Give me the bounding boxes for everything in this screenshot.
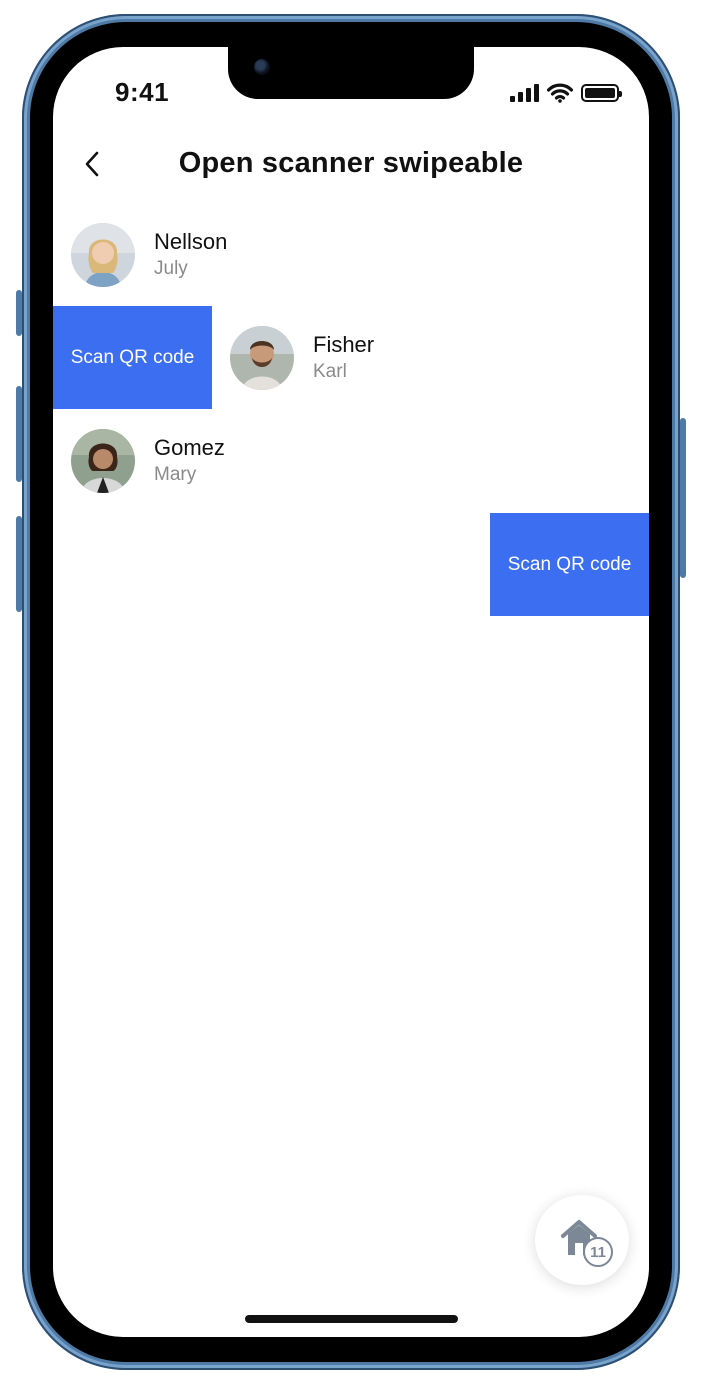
home-fab-button[interactable]: 11: [535, 1195, 629, 1285]
scan-qr-code-button[interactable]: Scan QR code: [490, 513, 649, 616]
notch: [228, 47, 474, 99]
contact-last-name: Fisher: [313, 331, 375, 357]
page-title: Open scanner swipeable: [178, 147, 524, 179]
contact-last-name: Nellson: [154, 228, 228, 254]
list-item[interactable]: Scan QR code: [53, 513, 649, 616]
list-item[interactable]: Nellson July: [53, 203, 649, 306]
front-camera: [254, 59, 270, 75]
volume-up-button: [16, 386, 22, 482]
scan-qr-code-button[interactable]: Scan QR code: [53, 306, 212, 409]
home-indicator: [245, 1315, 458, 1323]
contact-first-name: Mary: [154, 463, 197, 485]
avatar: [71, 222, 135, 287]
volume-down-button: [16, 516, 22, 612]
avatar: [230, 325, 294, 390]
battery-icon: [581, 84, 622, 102]
mute-switch: [16, 290, 22, 336]
app-screen: 9:41 Open scanner swipeable Nellson July…: [53, 47, 649, 1337]
cellular-signal-icon: [510, 84, 539, 102]
list-item[interactable]: Scan QR code Fisher Karl: [53, 306, 649, 409]
contact-first-name: Karl: [313, 360, 347, 382]
list-item[interactable]: Gomez Mary: [53, 409, 649, 512]
contact-last-name: Gomez: [154, 434, 225, 460]
notification-badge: 11: [583, 1237, 613, 1267]
status-icons: [510, 83, 622, 103]
status-time: 9:41: [115, 77, 170, 107]
power-button: [680, 418, 686, 578]
contact-first-name: July: [154, 257, 188, 279]
avatar: [71, 428, 135, 493]
wifi-icon: [547, 83, 573, 103]
